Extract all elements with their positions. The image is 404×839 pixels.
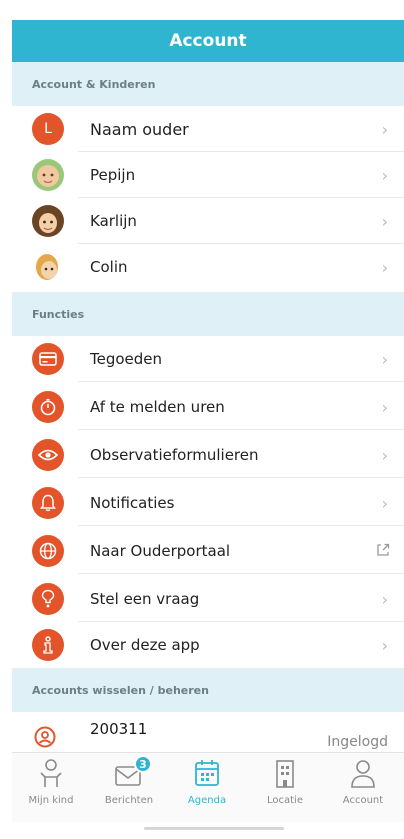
credit-card-icon [32, 343, 64, 375]
unread-badge: 3 [134, 755, 152, 773]
function-label: Stel een vraag [90, 590, 200, 608]
child-avatar [32, 251, 64, 283]
chevron-right-icon: › [381, 165, 388, 185]
function-label: Notificaties [90, 494, 175, 512]
function-label: Over deze app [90, 636, 200, 654]
building-icon [270, 757, 300, 789]
account-id: 200311 [90, 720, 148, 738]
function-label: Naar Ouderportaal [90, 542, 231, 560]
chevron-right-icon: › [381, 257, 388, 277]
bell-icon [32, 487, 64, 519]
child-name: Karlijn [90, 212, 137, 230]
section-header-account: Account & Kinderen [12, 62, 404, 106]
external-link-icon [376, 542, 390, 561]
child-row-karlijn[interactable]: Karlijn › [12, 198, 404, 244]
tab-agenda[interactable]: Agenda [168, 757, 246, 819]
function-row-notificaties[interactable]: Notificaties › [12, 480, 404, 526]
function-label: Af te melden uren [90, 398, 225, 416]
chevron-right-icon: › [381, 635, 388, 655]
eye-icon [32, 439, 64, 471]
tab-mijn-kind[interactable]: Mijn kind [12, 757, 90, 819]
function-row-af-te-melden-uren[interactable]: Af te melden uren › [12, 384, 404, 430]
stopwatch-icon [32, 391, 64, 423]
function-row-over-deze-app[interactable]: Over deze app › [12, 622, 404, 668]
function-row-tegoeden[interactable]: Tegoeden › [12, 336, 404, 382]
tab-berichten[interactable]: 3 Berichten [90, 755, 168, 819]
parent-name: Naam ouder [90, 119, 189, 139]
tab-account[interactable]: Account [324, 757, 402, 819]
parent-row[interactable]: L Naam ouder › [12, 106, 404, 152]
child-row-colin[interactable]: Colin › [12, 244, 404, 290]
child-row-pepijn[interactable]: Pepijn › [12, 152, 404, 198]
user-icon [348, 757, 378, 789]
chevron-right-icon: › [381, 349, 388, 369]
function-label: Observatieformulieren [90, 446, 259, 464]
home-indicator [144, 827, 284, 830]
child-name: Colin [90, 258, 128, 276]
chevron-right-icon: › [381, 119, 388, 139]
tab-locatie[interactable]: Locatie [246, 757, 324, 819]
chevron-right-icon: › [381, 589, 388, 609]
messages-icon: 3 [114, 755, 152, 789]
question-icon [32, 583, 64, 615]
account-user-icon [34, 726, 56, 752]
page-title: Account [169, 31, 247, 51]
chevron-right-icon: › [381, 211, 388, 231]
child-name: Pepijn [90, 166, 136, 184]
parent-avatar: L [32, 113, 64, 145]
calendar-icon [192, 757, 222, 789]
chevron-right-icon: › [381, 493, 388, 513]
child-icon [36, 757, 66, 789]
function-label: Tegoeden [90, 350, 163, 368]
chevron-right-icon: › [381, 397, 388, 417]
section-header-functions: Functies [12, 292, 404, 336]
globe-icon [32, 535, 64, 567]
function-row-ouderportaal[interactable]: Naar Ouderportaal [12, 528, 404, 574]
info-icon [32, 629, 64, 661]
bottom-tab-bar: Mijn kind 3 Berichten Agenda Locatie Acc… [12, 752, 404, 822]
function-row-stel-een-vraag[interactable]: Stel een vraag › [12, 576, 404, 622]
child-avatar [32, 159, 64, 191]
child-avatar [32, 205, 64, 237]
chevron-right-icon: › [381, 445, 388, 465]
page-header: Account [12, 20, 404, 62]
section-header-switch-accounts: Accounts wisselen / beheren [12, 668, 404, 712]
account-status: Ingelogd [327, 734, 388, 750]
function-row-observatieformulieren[interactable]: Observatieformulieren › [12, 432, 404, 478]
